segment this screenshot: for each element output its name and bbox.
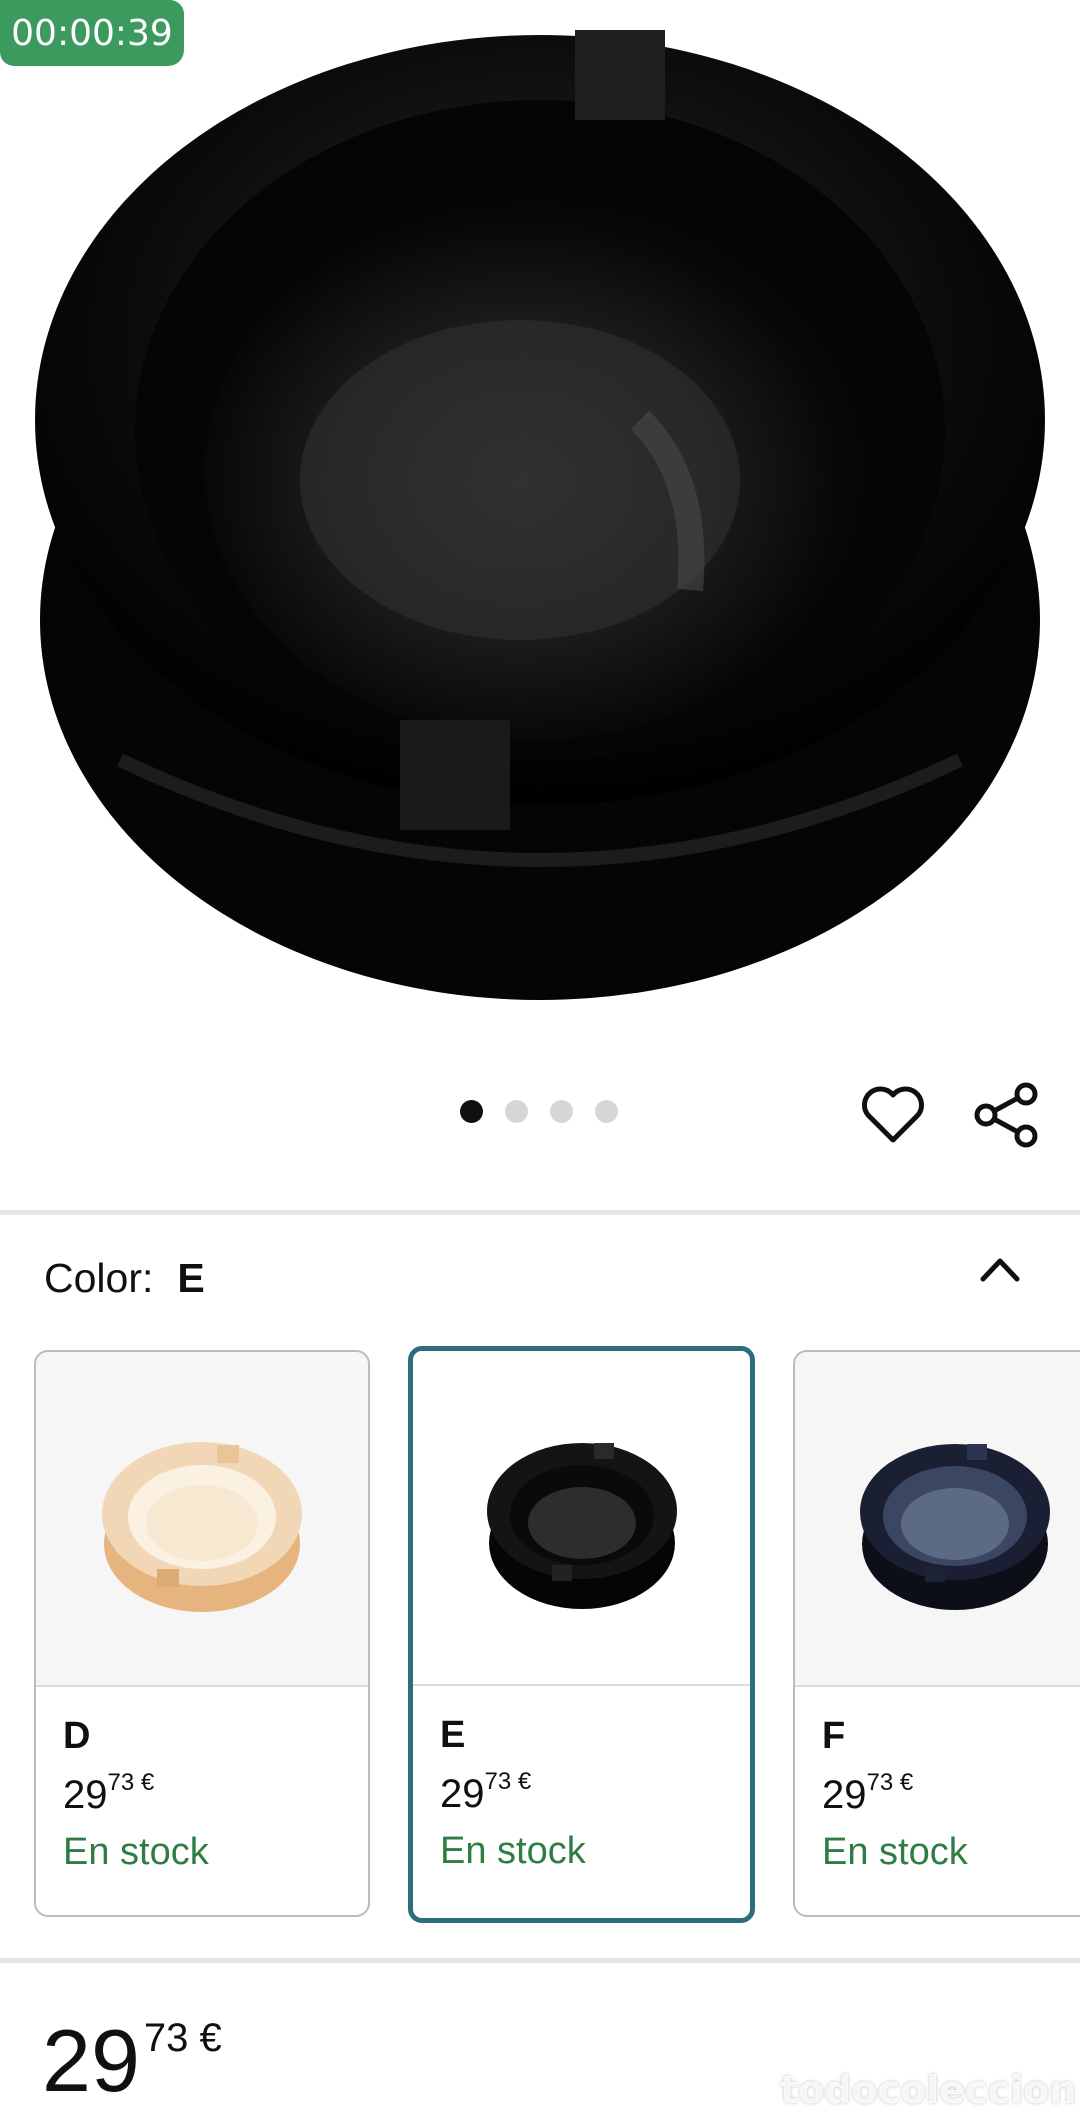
recording-timer: 00:00:39 <box>0 0 184 66</box>
pagination-dot[interactable] <box>595 1100 618 1123</box>
variation-option-card[interactable]: F 2973 € En stock <box>793 1350 1080 1917</box>
option-price: 2973 € <box>63 1769 368 1827</box>
option-thumbnail <box>36 1352 368 1687</box>
amber-ashtray-image <box>102 1441 302 1612</box>
navy-ashtray-image <box>860 1443 1050 1610</box>
option-thumbnail <box>413 1351 750 1686</box>
share-icon[interactable] <box>972 1080 1042 1150</box>
option-name: F <box>822 1715 846 1757</box>
price-whole: 29 <box>42 2011 140 2110</box>
heart-icon[interactable] <box>858 1080 928 1150</box>
gallery-pagination[interactable] <box>460 1100 618 1123</box>
price-fraction: 73 <box>107 1769 135 1796</box>
stock-status: En stock <box>63 1831 209 1873</box>
watermark: todocoleccion <box>780 2068 1077 2112</box>
option-price: 2973 € <box>822 1769 1080 1827</box>
price-whole: 29 <box>822 1773 867 1817</box>
pagination-dot[interactable] <box>550 1100 573 1123</box>
variation-option-card[interactable]: D 2973 € En stock <box>34 1350 370 1917</box>
price-fraction: 73 <box>143 2016 189 2060</box>
variation-label: Color: <box>44 1255 154 1301</box>
option-thumbnail <box>795 1352 1080 1687</box>
variation-selector-header: Color: E <box>44 1255 205 1302</box>
option-name: D <box>63 1715 91 1757</box>
pagination-dot[interactable] <box>460 1100 483 1123</box>
price-fraction: 73 <box>484 1768 512 1795</box>
black-ashtray-image <box>486 1442 677 1609</box>
section-divider <box>0 1210 1080 1215</box>
product-price: 29 73 € <box>42 2010 222 2112</box>
stock-status: En stock <box>440 1830 586 1872</box>
variation-option-card-selected[interactable]: E 2973 € En stock <box>408 1346 755 1923</box>
variation-selected-value: E <box>177 1255 205 1301</box>
stock-status: En stock <box>822 1831 968 1873</box>
product-image[interactable] <box>0 0 1080 1030</box>
price-fraction: 73 <box>866 1769 894 1796</box>
option-price: 2973 € <box>440 1768 750 1826</box>
price-currency: € <box>199 2016 222 2060</box>
price-whole: 29 <box>63 1773 108 1817</box>
pagination-dot[interactable] <box>505 1100 528 1123</box>
option-name: E <box>440 1714 466 1756</box>
price-currency: € <box>899 1769 914 1796</box>
price-whole: 29 <box>440 1772 485 1816</box>
section-divider <box>0 1958 1080 1963</box>
price-currency: € <box>517 1768 532 1795</box>
price-currency: € <box>140 1769 155 1796</box>
chevron-up-icon[interactable] <box>975 1245 1025 1295</box>
